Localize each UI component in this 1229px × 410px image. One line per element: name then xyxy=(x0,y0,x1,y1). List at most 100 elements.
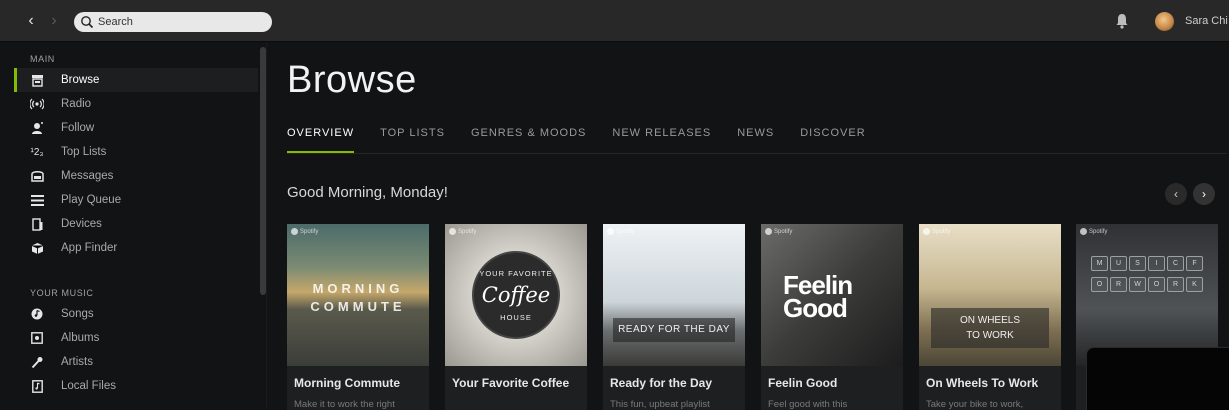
sidebar-item-label: App Finder xyxy=(61,242,118,254)
avatar[interactable] xyxy=(1155,12,1174,31)
devices-icon xyxy=(30,217,44,231)
tab-divider xyxy=(287,153,1227,154)
cover-text: Coffee xyxy=(481,283,551,307)
chevron-right-icon: › xyxy=(1202,187,1206,201)
playlist-card-on-wheels-to-work[interactable]: Spotify ON WHEELS TO WORK On Wheels To W… xyxy=(919,224,1061,410)
sidebar: MAIN Browse Radio Follow ¹2₃ Top Lists M… xyxy=(14,43,267,410)
playlist-cover: Spotify YOUR FAVORITE Coffee HOUSE xyxy=(445,224,587,366)
main-content: Browse OVERVIEW TOP LISTS GENRES & MOODS… xyxy=(268,43,1229,410)
radio-icon xyxy=(30,97,44,111)
card-title[interactable]: On Wheels To Work xyxy=(926,375,1056,391)
user-name[interactable]: Sara Chi xyxy=(1185,15,1228,27)
sidebar-section-main: MAIN xyxy=(30,54,55,64)
spotify-logo-icon: Spotify xyxy=(449,228,476,235)
carousel-prev-button[interactable]: ‹ xyxy=(1165,183,1187,205)
card-title[interactable]: Ready for the Day xyxy=(610,375,740,391)
sidebar-item-albums[interactable]: Albums xyxy=(14,326,258,350)
sidebar-item-label: Follow xyxy=(61,122,95,134)
sidebar-item-songs[interactable]: Songs xyxy=(14,302,258,326)
local-files-icon xyxy=(30,379,44,393)
sidebar-item-app-finder[interactable]: App Finder xyxy=(14,236,258,260)
cover-text: MORNING COMMUTE xyxy=(310,281,406,314)
spotify-logo-icon: Spotify xyxy=(923,228,950,235)
key-cap: U xyxy=(1110,256,1127,271)
playlist-cover: Spotify READY FOR THE DAY xyxy=(603,224,745,366)
artists-icon xyxy=(30,355,44,369)
key-cap: S xyxy=(1129,256,1146,271)
sidebar-item-devices[interactable]: Devices xyxy=(14,212,258,236)
card-description: This fun, upbeat playlist xyxy=(610,399,710,410)
tab-genres-moods[interactable]: GENRES & MOODS xyxy=(471,127,586,151)
key-cap: O xyxy=(1091,277,1108,292)
sidebar-item-messages[interactable]: Messages xyxy=(14,164,258,188)
key-cap: K xyxy=(1186,277,1203,292)
playlist-cover: Spotify ON WHEELS TO WORK xyxy=(919,224,1061,366)
key-cap: W xyxy=(1129,277,1146,292)
sidebar-item-artists[interactable]: Artists xyxy=(14,350,258,374)
search-icon xyxy=(81,16,94,29)
tab-top-lists[interactable]: TOP LISTS xyxy=(380,127,445,151)
sidebar-item-label: Albums xyxy=(61,332,100,344)
sidebar-item-top-lists[interactable]: ¹2₃ Top Lists xyxy=(14,140,258,164)
spotify-logo-icon: Spotify xyxy=(1080,228,1107,235)
key-cap: C xyxy=(1167,256,1184,271)
search-box[interactable] xyxy=(74,12,272,32)
sidebar-item-browse[interactable]: Browse xyxy=(14,68,258,92)
back-arrow-icon[interactable]: ‹ xyxy=(22,12,40,30)
sidebar-item-label: Songs xyxy=(61,308,94,320)
cover-text: ON WHEELS TO WORK xyxy=(931,308,1049,348)
key-cap: F xyxy=(1186,256,1203,271)
card-title[interactable]: Your Favorite Coffee xyxy=(452,375,582,391)
sidebar-item-radio[interactable]: Radio xyxy=(14,92,258,116)
playlist-card-your-favorite-coffee[interactable]: Spotify YOUR FAVORITE Coffee HOUSE Your … xyxy=(445,224,587,410)
key-cap: R xyxy=(1167,277,1184,292)
tab-overview[interactable]: OVERVIEW xyxy=(287,127,355,153)
bell-icon[interactable] xyxy=(1115,13,1129,29)
cover-text: Feelin Good xyxy=(783,272,853,321)
card-title[interactable]: Morning Commute xyxy=(294,375,424,391)
search-input[interactable] xyxy=(98,16,258,28)
card-description: Feel good with this xyxy=(768,399,848,410)
spotify-logo-icon: Spotify xyxy=(607,228,634,235)
key-cap: O xyxy=(1148,277,1165,292)
playlist-cover: Spotify M U S I C FO R W O R K xyxy=(1076,224,1218,366)
sidebar-item-follow[interactable]: Follow xyxy=(14,116,258,140)
carousel-next-button[interactable]: › xyxy=(1193,183,1215,205)
cover-text-line: TO WORK xyxy=(966,330,1014,341)
tab-discover[interactable]: DISCOVER xyxy=(800,127,865,151)
sidebar-item-label: Messages xyxy=(61,170,114,182)
sidebar-item-label: Browse xyxy=(61,74,100,86)
tab-new-releases[interactable]: NEW RELEASES xyxy=(612,127,711,151)
sidebar-item-play-queue[interactable]: Play Queue xyxy=(14,188,258,212)
tab-news[interactable]: NEWS xyxy=(737,127,774,151)
playlist-cover: Spotify Feelin Good xyxy=(761,224,903,366)
sidebar-item-local-files[interactable]: Local Files xyxy=(14,374,258,398)
follow-icon xyxy=(30,121,44,135)
cover-text: YOUR FAVORITE xyxy=(479,269,553,278)
card-title[interactable]: Feelin Good xyxy=(768,375,898,391)
coffee-badge: YOUR FAVORITE Coffee HOUSE xyxy=(472,251,560,339)
chevron-left-icon: ‹ xyxy=(1174,187,1178,201)
forward-arrow-icon[interactable]: › xyxy=(45,12,63,30)
top-bar: ‹ › Sara Chi xyxy=(0,0,1229,42)
cover-text: HOUSE xyxy=(500,313,532,322)
sidebar-item-label: Local Files xyxy=(61,380,116,392)
sidebar-section-your-music: YOUR MUSIC xyxy=(30,288,94,298)
spotify-logo-icon: Spotify xyxy=(765,228,792,235)
app-window: ‹ › Sara Chi MAIN Browse xyxy=(0,0,1229,410)
overlay-preview-window xyxy=(1086,347,1229,410)
playlist-card-feelin-good[interactable]: Spotify Feelin Good Feelin Good Feel goo… xyxy=(761,224,903,410)
sidebar-item-label: Artists xyxy=(61,356,93,368)
keyboard-keys: M U S I C FO R W O R K xyxy=(1090,252,1210,294)
app-finder-icon xyxy=(30,241,44,255)
playlist-card-morning-commute[interactable]: Spotify MORNING COMMUTE Morning Commute … xyxy=(287,224,429,410)
card-description: Take your bike to work, xyxy=(926,399,1024,410)
browse-tabs: OVERVIEW TOP LISTS GENRES & MOODS NEW RE… xyxy=(287,127,892,153)
sidebar-item-label: Play Queue xyxy=(61,194,122,206)
play-queue-icon xyxy=(30,193,44,207)
card-description: Make it to work the right xyxy=(294,399,395,410)
key-cap: M xyxy=(1091,256,1108,271)
playlist-card-ready-for-the-day[interactable]: Spotify READY FOR THE DAY Ready for the … xyxy=(603,224,745,410)
sidebar-scrollbar[interactable] xyxy=(260,47,266,295)
top-lists-icon: ¹2₃ xyxy=(30,146,44,158)
